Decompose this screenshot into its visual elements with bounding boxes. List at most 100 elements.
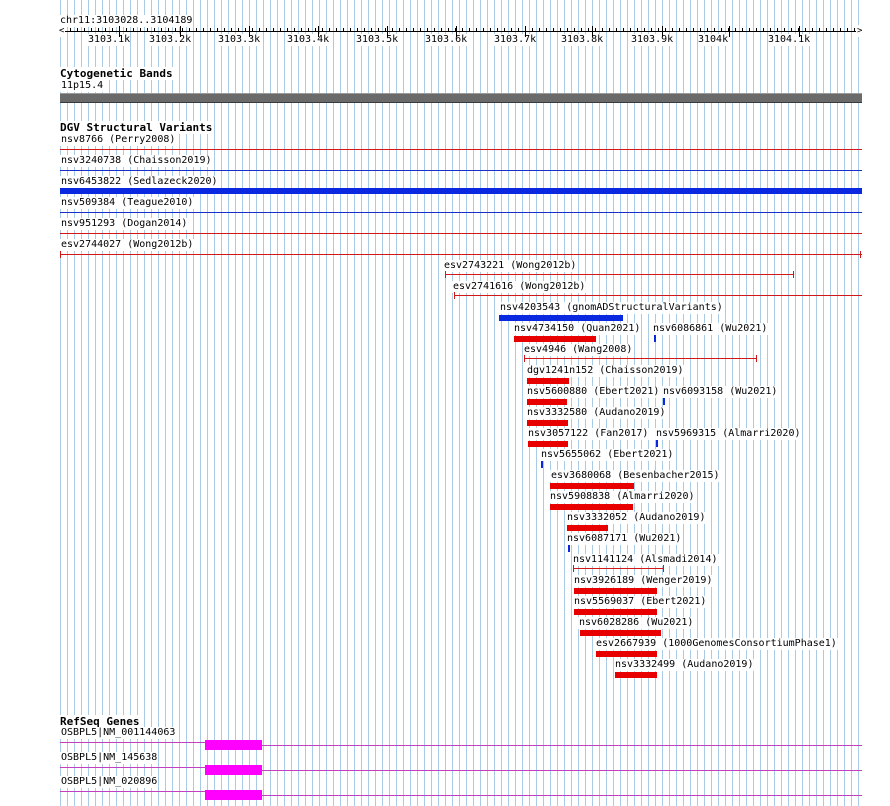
dgv-variant-span[interactable] [454,295,862,296]
dgv-variant-label[interactable]: nsv5600880 (Ebert2021) [526,386,661,398]
refseq-transcript-label[interactable]: OSBPL5|NM_020896 [60,776,159,788]
dgv-variant-bar[interactable] [615,672,657,678]
dgv-variant-span[interactable] [60,170,862,171]
dgv-variant-bar[interactable] [527,420,568,426]
dgv-variant-span[interactable] [60,233,862,234]
dgv-variant-span[interactable] [524,358,756,359]
ruler-minor-tick [455,28,456,32]
cytoband-bar[interactable] [60,93,862,103]
dgv-variant-label[interactable]: nsv5908838 (Almarri2020) [549,491,696,503]
ruler-minor-tick [574,28,575,32]
dgv-variant-mark[interactable] [663,398,665,405]
dgv-variant-mark[interactable] [656,440,658,447]
refseq-exon[interactable] [205,740,262,750]
dgv-variant-label[interactable]: nsv951293 (Dogan2014) [60,218,189,230]
dgv-variant-label[interactable]: nsv5655062 (Ebert2021) [540,449,675,461]
ruler-minor-tick [266,28,267,32]
dgv-variant-bar[interactable] [528,441,568,447]
ruler-minor-tick [833,28,834,32]
dgv-variant-span[interactable] [60,188,862,194]
dgv-variant-bar[interactable] [527,378,569,384]
dgv-variant-label[interactable]: nsv3332499 (Audano2019) [614,659,755,671]
ruler-minor-tick [476,28,477,32]
ruler-minor-tick [567,28,568,32]
left-margin [0,0,60,806]
dgv-variant-bar[interactable] [499,315,623,321]
refseq-exon[interactable] [205,765,262,775]
dgv-variant-bar[interactable] [574,588,657,594]
dgv-variant-mark[interactable] [654,335,656,342]
dgv-variant-bar[interactable] [550,483,634,489]
ruler-minor-tick [700,28,701,32]
dgv-variant-label[interactable]: nsv3332580 (Audano2019) [526,407,667,419]
dgv-variant-span[interactable] [60,212,862,213]
dgv-variant-label[interactable]: nsv5569037 (Ebert2021) [573,596,708,608]
dgv-variant-label[interactable]: esv2743221 (Wong2012b) [443,260,578,272]
ruler-minor-tick [686,28,687,32]
ruler-minor-tick [336,28,337,32]
dgv-variant-endcap [663,565,664,572]
right-margin [862,0,890,806]
ruler-minor-tick [651,28,652,32]
dgv-variant-label[interactable]: esv3680068 (Besenbacher2015) [550,470,721,482]
dgv-variant-span[interactable] [60,254,862,255]
ruler-minor-tick [721,28,722,32]
dgv-variant-endcap [445,271,446,278]
ruler-minor-tick [798,28,799,32]
dgv-variant-label[interactable]: dgv1241n152 (Chaisson2019) [526,365,685,377]
ruler-minor-tick [350,28,351,32]
refseq-intron-line[interactable] [60,767,205,768]
refseq-intron-line[interactable] [262,770,862,771]
refseq-intron-line[interactable] [60,742,205,743]
dgv-variant-endcap [60,251,61,258]
dgv-variant-bar[interactable] [527,399,567,405]
dgv-variant-label[interactable]: nsv5969315 (Almarri2020) [655,428,802,440]
ruler-minor-tick [819,28,820,32]
dgv-variant-mark[interactable] [568,545,570,552]
ruler-minor-tick [490,28,491,32]
dgv-variant-label[interactable]: nsv3926189 (Wenger2019) [573,575,714,587]
refseq-transcript-label[interactable]: OSBPL5|NM_001144063 [60,727,177,739]
dgv-variant-bar[interactable] [514,336,596,342]
dgv-variant-label[interactable]: nsv509384 (Teague2010) [60,197,195,209]
dgv-variant-label[interactable]: nsv6093158 (Wu2021) [662,386,779,398]
dgv-variant-label[interactable]: nsv4734150 (Quan2021) [513,323,642,335]
dgv-variant-label[interactable]: esv2667939 (1000GenomesConsortiumPhase1) [595,638,838,650]
refseq-exon[interactable] [205,790,262,800]
dgv-variant-label[interactable]: esv2741616 (Wong2012b) [452,281,587,293]
dgv-variant-label[interactable]: nsv1141124 (Alsmadi2014) [572,554,719,566]
dgv-variant-label[interactable]: nsv6086861 (Wu2021) [652,323,769,335]
ruler-minor-tick [714,28,715,32]
dgv-variant-span[interactable] [445,274,793,275]
dgv-variant-bar[interactable] [580,630,661,636]
dgv-variant-label[interactable]: nsv3057122 (Fan2017) [527,428,650,440]
dgv-variant-bar[interactable] [574,609,657,615]
ruler-minor-tick [469,28,470,32]
ruler-minor-tick [791,28,792,32]
refseq-intron-line[interactable] [60,791,205,792]
dgv-variant-label[interactable]: nsv8766 (Perry2008) [60,134,177,146]
ruler-minor-tick [609,28,610,32]
dgv-variant-label[interactable]: nsv6028286 (Wu2021) [578,617,695,629]
dgv-variant-span[interactable] [60,149,862,150]
cytoband-track-title[interactable]: Cytogenetic Bands [59,67,174,80]
dgv-variant-label[interactable]: nsv6087171 (Wu2021) [566,533,683,545]
refseq-intron-line[interactable] [262,795,862,796]
dgv-variant-label[interactable]: nsv4203543 (gnomADStructuralVariants) [499,302,724,314]
ruler-minor-tick [224,28,225,32]
dgv-variant-mark[interactable] [541,461,543,468]
dgv-variant-label[interactable]: esv4946 (Wang2008) [523,344,634,356]
dgv-variant-bar[interactable] [550,504,633,510]
dgv-variant-label[interactable]: nsv3240738 (Chaisson2019) [60,155,213,167]
ruler-major-tick [662,26,663,37]
dgv-variant-label[interactable]: nsv3332052 (Audano2019) [566,512,707,524]
refseq-intron-line[interactable] [262,745,862,746]
dgv-variant-span[interactable] [573,568,663,569]
dgv-variant-label[interactable]: nsv6453822 (Sedlazeck2020) [60,176,219,188]
dgv-variant-bar[interactable] [596,651,657,657]
dgv-variant-label[interactable]: esv2744027 (Wong2012b) [60,239,195,251]
dgv-track-title[interactable]: DGV Structural Variants [59,121,214,134]
refseq-transcript-label[interactable]: OSBPL5|NM_145638 [60,752,159,764]
ruler-major-tick [180,26,181,37]
dgv-variant-bar[interactable] [567,525,608,531]
